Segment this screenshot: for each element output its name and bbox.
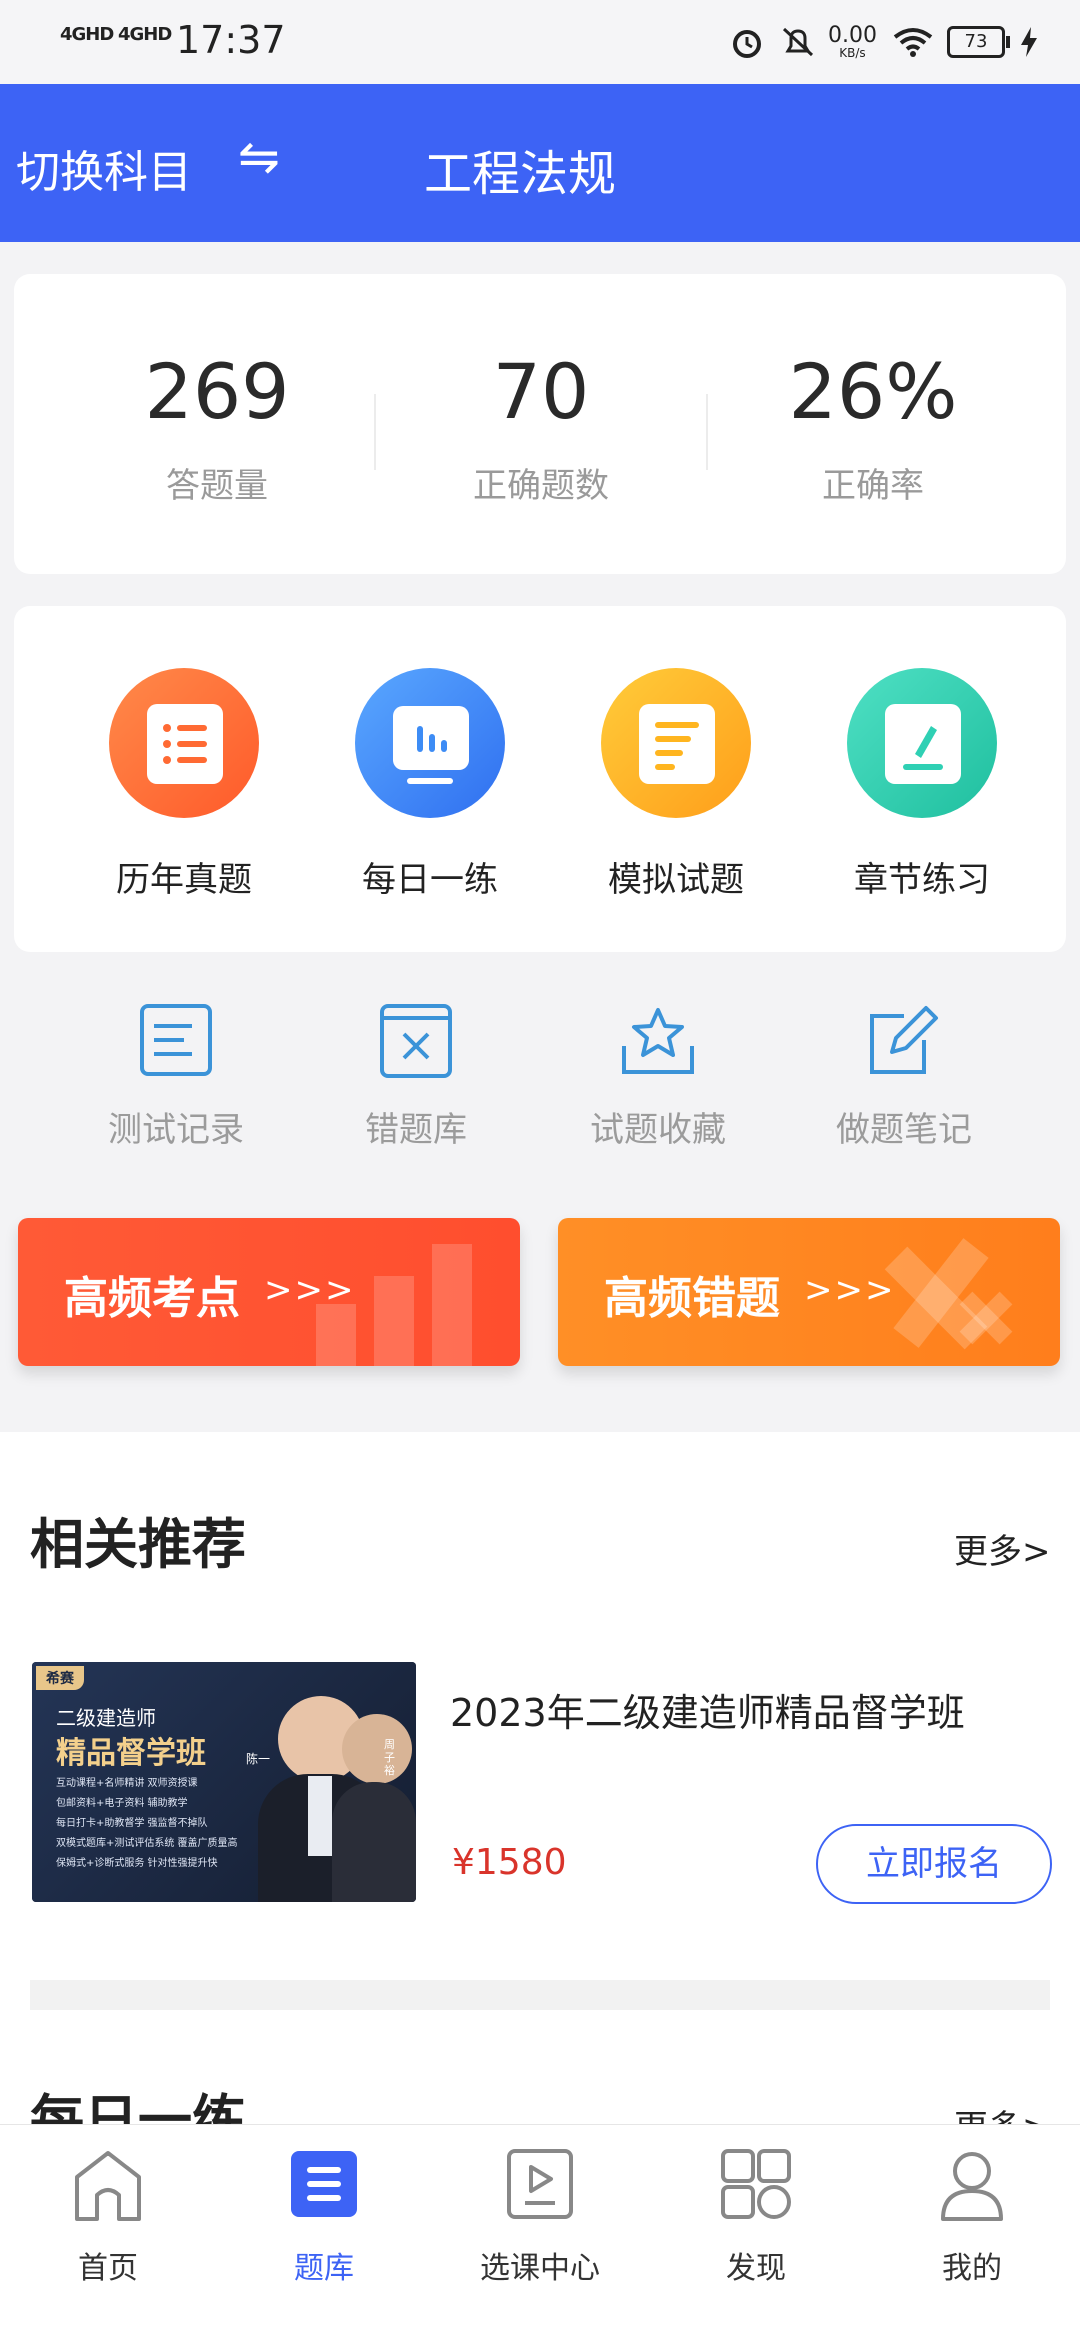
wifi-icon bbox=[893, 28, 933, 57]
record-icon bbox=[140, 1004, 212, 1076]
status-time: 17:37 bbox=[176, 18, 286, 62]
home-icon bbox=[75, 2151, 141, 2221]
feature-chapter-practice[interactable]: 章节练习 bbox=[822, 668, 1022, 901]
feature-mock-exam[interactable]: 模拟试题 bbox=[576, 668, 776, 901]
grid-icon bbox=[721, 2149, 791, 2219]
banner-high-freq-wrong[interactable]: 高频错题 >>> bbox=[558, 1218, 1060, 1366]
page-title: 工程法规 bbox=[424, 146, 617, 202]
note-edit-icon bbox=[870, 1006, 938, 1074]
feature-past-exams[interactable]: 历年真题 bbox=[84, 668, 284, 901]
status-bar: 4GHD 4GHD 17:37 0.00 KB/s 73 bbox=[0, 0, 1080, 84]
teacher-avatar-2 bbox=[342, 1714, 412, 1784]
network-speed: 0.00 KB/s bbox=[828, 23, 877, 60]
switch-subject-button[interactable]: 切换科目 bbox=[16, 136, 192, 200]
course-thumbnail[interactable]: 希赛 二级建造师 精品督学班 互动课程+名师精讲 双师资授课 包邮资料+电子资料… bbox=[32, 1662, 416, 1902]
signal-icon: 4GHD bbox=[60, 24, 114, 45]
star-tray-icon bbox=[622, 1008, 694, 1074]
stat-accuracy: 26% 正确率 bbox=[788, 347, 958, 507]
document-icon bbox=[601, 668, 751, 818]
tool-notes[interactable]: 做题笔记 bbox=[804, 1000, 1004, 1151]
swap-icon[interactable]: ⇋ bbox=[238, 128, 280, 186]
section-divider bbox=[30, 1980, 1050, 2010]
bottom-nav: 首页 题库 选课中心 发现 我的 bbox=[0, 2124, 1080, 2341]
app-header: 切换科目 ⇋ 工程法规 bbox=[0, 84, 1080, 242]
nav-home[interactable]: 首页 bbox=[18, 2147, 198, 2287]
status-icons: 0.00 KB/s 73 bbox=[730, 18, 1041, 66]
signal-icon-2: 4GHD bbox=[118, 24, 172, 45]
mute-bell-icon bbox=[782, 27, 814, 57]
question-bank-icon bbox=[291, 2151, 357, 2217]
charging-icon bbox=[1020, 27, 1037, 57]
brand-logo: 希赛 bbox=[36, 1666, 84, 1690]
cross-decor-icon bbox=[884, 1238, 1013, 1350]
nav-question-bank[interactable]: 题库 bbox=[234, 2147, 414, 2287]
edit-icon bbox=[847, 668, 997, 818]
tool-test-record[interactable]: 测试记录 bbox=[76, 1000, 276, 1151]
stat-answered: 269 答题量 bbox=[144, 347, 290, 507]
nav-mine[interactable]: 我的 bbox=[882, 2147, 1062, 2287]
alarm-icon bbox=[733, 30, 761, 58]
user-icon bbox=[941, 2152, 1003, 2221]
tool-wrong-book[interactable]: 错题库 bbox=[316, 1000, 516, 1151]
wrong-book-icon bbox=[380, 1004, 452, 1078]
banner-high-freq-points[interactable]: 高频考点 >>> bbox=[18, 1218, 520, 1366]
stat-correct: 70 正确题数 bbox=[473, 347, 609, 507]
list-icon bbox=[109, 668, 259, 818]
nav-discover[interactable]: 发现 bbox=[666, 2147, 846, 2287]
recommend-more-link[interactable]: 更多> bbox=[954, 1524, 1051, 1573]
chart-board-icon bbox=[355, 668, 505, 818]
nav-course-center[interactable]: 选课中心 bbox=[450, 2147, 630, 2287]
battery-icon: 73 bbox=[946, 26, 1010, 58]
play-video-icon bbox=[507, 2149, 573, 2219]
tool-favorites[interactable]: 试题收藏 bbox=[558, 1000, 758, 1151]
feature-card: 历年真题 每日一练 模拟试题 章节练习 bbox=[14, 606, 1066, 952]
feature-daily-practice[interactable]: 每日一练 bbox=[330, 668, 530, 901]
course-title[interactable]: 2023年二级建造师精品督学班 bbox=[450, 1682, 965, 1737]
stats-card: 269 答题量 70 正确题数 26% 正确率 bbox=[14, 274, 1066, 574]
course-price: ¥1580 bbox=[452, 1842, 567, 1883]
enroll-button[interactable]: 立即报名 bbox=[816, 1824, 1052, 1904]
course-feature-list: 互动课程+名师精讲 双师资授课 包邮资料+电子资料 辅助教学 每日打卡+助教督学… bbox=[56, 1778, 238, 1869]
recommend-title: 相关推荐 bbox=[30, 1513, 246, 1576]
